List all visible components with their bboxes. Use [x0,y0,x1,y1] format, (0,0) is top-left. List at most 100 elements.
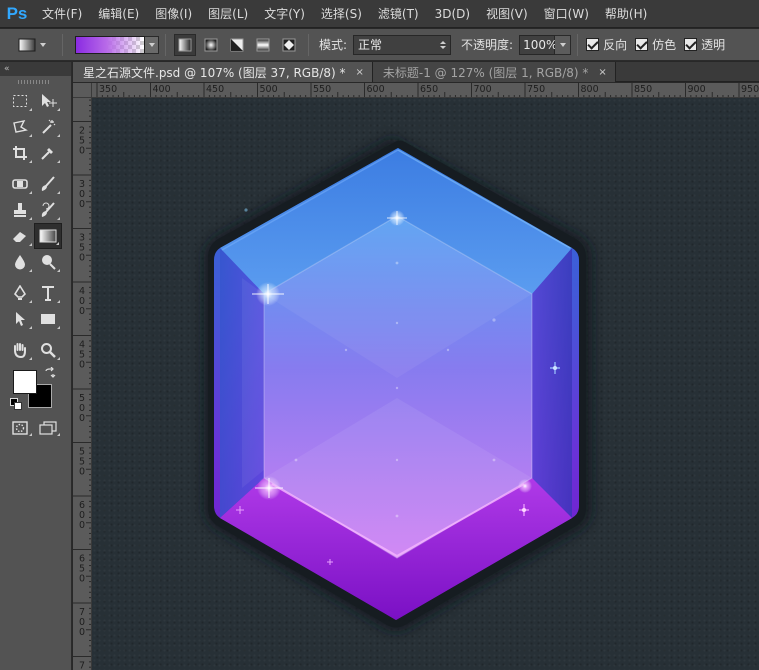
ruler-label: 0 [79,199,85,210]
ruler-label: 750 [527,84,545,95]
history-brush-tool[interactable] [34,197,62,223]
menu-type[interactable]: 文字(Y) [256,0,313,28]
angle-gradient-button[interactable] [226,34,248,56]
opacity-input[interactable]: 100% [519,34,557,55]
move-tool[interactable] [34,88,62,114]
opacity-label: 不透明度: [461,38,514,52]
linear-gradient-button[interactable] [174,33,196,56]
reflected-gradient-button[interactable] [252,34,274,56]
zoom-tool[interactable] [34,337,62,363]
document-canvas[interactable] [92,98,759,670]
tab-label: 未标题-1 @ 127% (图层 1, RGB/8) * [382,65,589,80]
marquee-tool[interactable] [6,88,34,114]
hand-tool[interactable] [6,337,34,363]
lasso-tool[interactable] [6,114,34,140]
blur-tool[interactable] [6,249,34,275]
document-tab-bar: 星之石源文件.psd @ 107% (图层 37, RGB/8) * × 未标题… [73,62,759,82]
menu-edit[interactable]: 编辑(E) [90,0,147,28]
move-icon [42,94,57,107]
ruler-label: 7 [79,661,85,670]
diamond-gradient-button[interactable] [278,34,300,56]
foreground-color-swatch[interactable] [13,370,37,394]
stamp-icon [14,203,26,217]
gradient-tool[interactable] [34,223,62,249]
type-icon [42,286,54,301]
ruler-label: 700 [474,84,492,95]
opacity-dropdown-button[interactable] [555,34,572,55]
chevron-down-icon [559,42,566,47]
gradient-icon [39,229,57,243]
crop-tool[interactable] [6,140,34,166]
path-selection-tool[interactable] [6,306,34,332]
ruler-label: 450 [206,84,224,95]
close-icon[interactable]: × [598,67,606,78]
ruler-label: 0 [79,413,85,424]
pen-tool[interactable] [6,280,34,306]
droplet-icon [15,255,25,270]
blend-mode-select[interactable]: 正常 [353,34,452,55]
blend-mode-value: 正常 [358,38,383,52]
photoshop-logo: Ps [6,3,28,23]
screen-mode-icon [39,421,57,435]
toolbox-collapse-button[interactable]: « [0,62,71,76]
mode-label: 模式: [319,38,348,52]
separator [62,33,63,56]
default-colors-icon[interactable] [10,398,22,410]
eraser-icon [13,232,26,242]
transparency-option[interactable]: 透明 [684,36,725,53]
magic-wand-tool[interactable] [34,114,62,140]
menu-filter[interactable]: 滤镜(T) [370,0,427,28]
eyedropper-tool[interactable] [34,140,62,166]
close-icon[interactable]: × [356,67,364,78]
sparkle-bg-topleft [244,208,248,212]
gradient-preview[interactable] [75,35,145,54]
quick-mask-button[interactable] [6,417,34,439]
eraser-tool[interactable] [6,223,34,249]
color-swatches [0,367,71,415]
radial-gradient-icon [204,38,218,51]
separator [165,33,166,56]
menu-help[interactable]: 帮助(H) [597,0,655,28]
gradient-dropdown-button[interactable] [145,35,159,54]
clone-stamp-tool[interactable] [6,197,34,223]
gradient-picker[interactable] [75,35,159,54]
tab-document-active[interactable]: 星之石源文件.psd @ 107% (图层 37, RGB/8) * × [73,62,373,82]
healing-brush-tool[interactable] [6,171,34,197]
history-brush-icon [41,202,55,217]
ruler-label: 0 [79,360,85,371]
ruler-label: 600 [367,84,385,95]
chevron-down-icon [40,42,46,47]
reverse-option[interactable]: 反向 [586,36,627,53]
ruler-ticks: 22503003504004505005506006507007 [73,99,91,670]
menu-image[interactable]: 图像(I) [147,0,200,28]
vertical-ruler[interactable]: 22503003504004505005506006507007 [73,98,92,670]
menu-file[interactable]: 文件(F) [34,0,90,28]
ruler-label: 550 [313,84,331,95]
rectangle-icon [41,314,55,324]
dither-label: 仿色 [652,38,677,52]
dither-checkbox[interactable] [635,38,649,51]
type-tool[interactable] [34,280,62,306]
brush-tool[interactable] [34,171,62,197]
ruler-label: 0 [79,253,85,264]
horizontal-ruler[interactable]: 350 400 450 500 550 600 650 700 750 800 850 900 950 [92,83,759,98]
toolbox-grip[interactable] [18,80,50,84]
dither-option[interactable]: 仿色 [635,36,676,53]
ruler-label: 0 [79,146,85,157]
tool-preset-picker[interactable] [8,33,56,57]
rectangle-tool[interactable] [34,306,62,332]
separator [577,33,579,56]
dodge-tool[interactable] [34,249,62,275]
menu-layer[interactable]: 图层(L) [200,0,256,28]
menu-3d[interactable]: 3D(D) [427,0,478,28]
menu-view[interactable]: 视图(V) [478,0,536,28]
swap-colors-icon[interactable] [44,367,56,379]
ruler-origin[interactable] [73,83,92,98]
reverse-checkbox[interactable] [586,38,600,51]
tab-document-untitled[interactable]: 未标题-1 @ 127% (图层 1, RGB/8) * × [372,62,616,82]
radial-gradient-button[interactable] [200,34,222,56]
menu-select[interactable]: 选择(S) [313,0,370,28]
transparency-checkbox[interactable] [684,38,698,51]
screen-mode-button[interactable] [34,417,62,439]
menu-window[interactable]: 窗口(W) [536,0,597,28]
